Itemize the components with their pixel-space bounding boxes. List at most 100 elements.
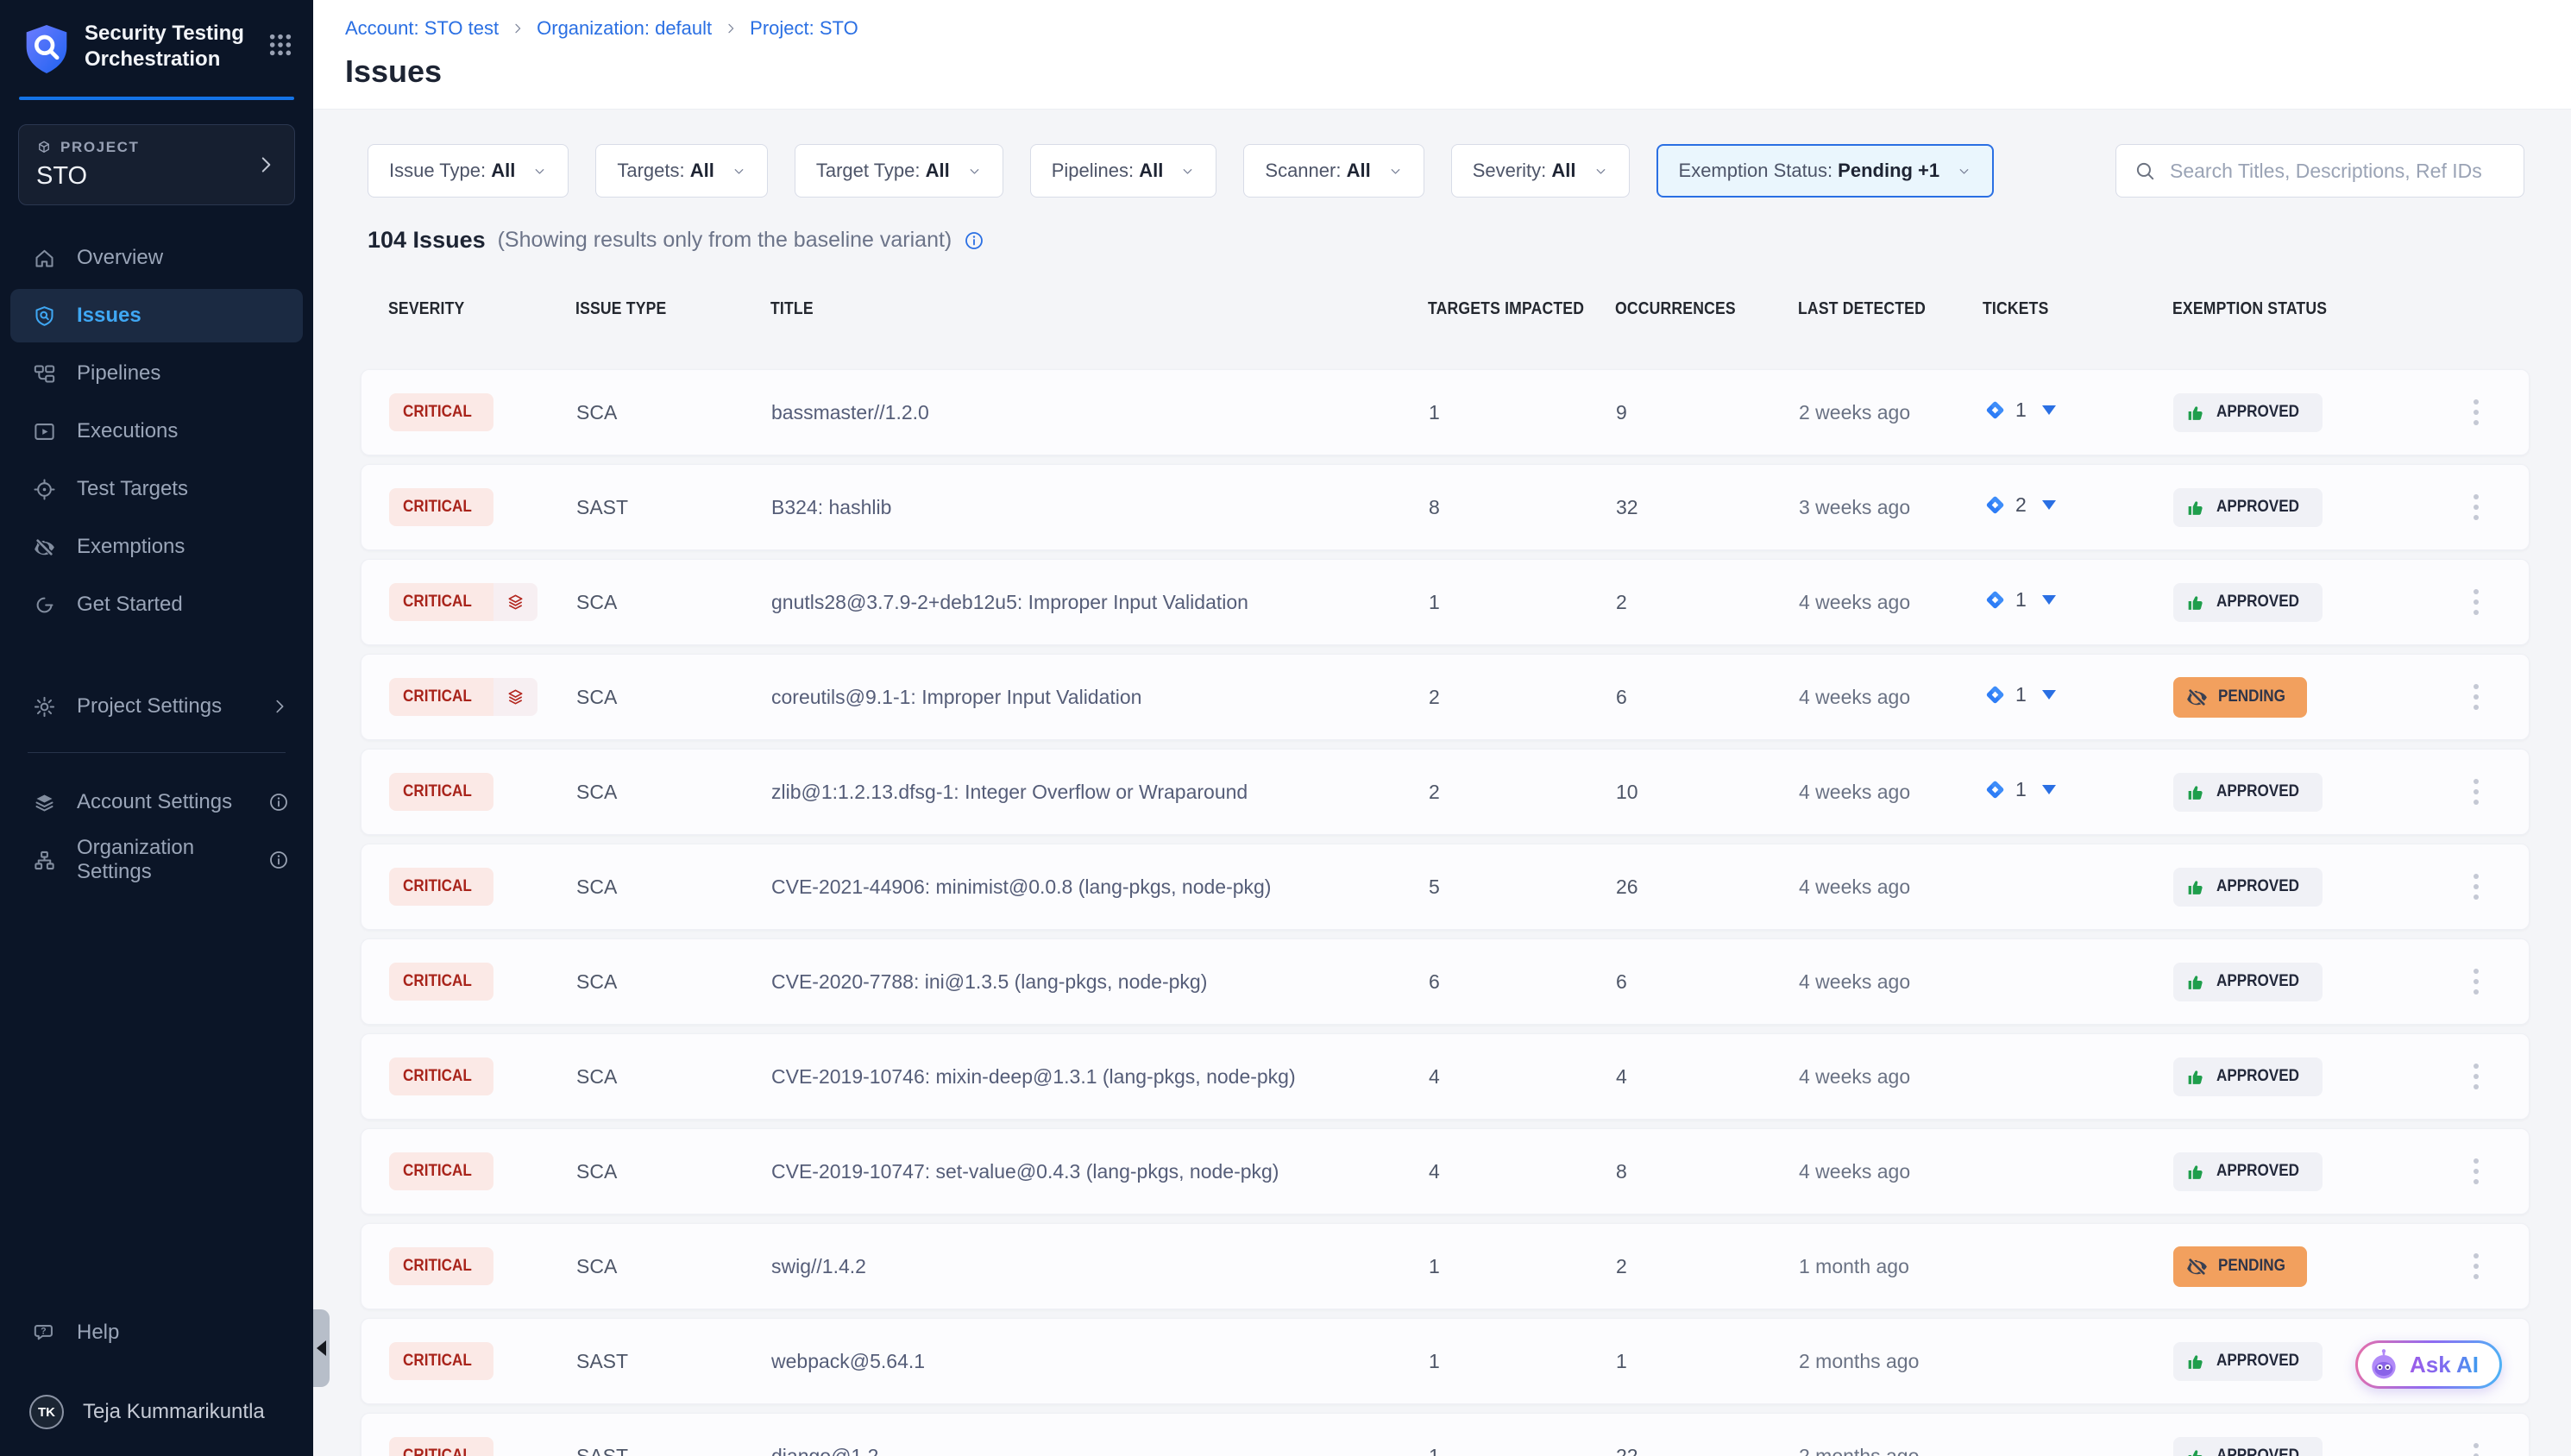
issue-row[interactable]: CRITICAL SCA CVE-2020-7788: ini@1.3.5 (l… [361,938,2530,1025]
ticket-link[interactable]: 1 [1983,778,2056,801]
column-header: TICKETS [1983,299,2172,319]
sidebar-item-issues[interactable]: Issues [10,289,303,342]
breadcrumb-link[interactable]: Account: STO test [345,17,499,40]
eye-off-icon [33,536,56,559]
sidebar-item-help[interactable]: ? Help [10,1306,303,1359]
info-icon[interactable] [964,230,984,251]
user-menu[interactable]: TK Teja Kummarikuntla [10,1385,303,1439]
ticket-link[interactable]: 1 [1983,588,2056,612]
chevron-down-icon [967,164,982,179]
project-selector[interactable]: PROJECT STO [18,124,295,205]
thumbs-up-icon [2185,1351,2207,1372]
breadcrumb-link[interactable]: Project: STO [750,17,858,40]
ticket-link[interactable]: 1 [1983,399,2056,422]
occurrences-cell: 32 [1616,496,1799,519]
filter-issue-type[interactable]: Issue Type: All [368,144,569,198]
last-detected-cell: 4 weeks ago [1799,1160,1983,1183]
eye-off-icon [2185,686,2209,709]
targets-impacted-cell: 1 [1429,1350,1616,1373]
issue-row[interactable]: CRITICAL SAST B324: hashlib 8 32 3 weeks… [361,464,2530,550]
sidebar-item-overview[interactable]: Overview [10,231,303,285]
column-header: OCCURRENCES [1615,299,1798,319]
kebab-menu[interactable] [2467,867,2486,907]
app-switcher-grid-icon[interactable] [267,31,294,59]
kebab-menu[interactable] [2467,1436,2486,1456]
issue-title: webpack@5.64.1 [771,1350,1429,1373]
jira-ticket-icon [1983,399,2007,422]
severity-badge: CRITICAL [389,488,493,526]
exemption-status-cell: APPROVED [2173,488,2423,527]
targets-impacted-cell: 2 [1429,781,1616,804]
severity-cell: CRITICAL [389,393,576,431]
severity-cell: CRITICAL [389,1437,576,1456]
issue-row[interactable]: CRITICAL SAST webpack@5.64.1 1 1 2 month… [361,1318,2530,1404]
row-menu-cell [2423,772,2529,812]
ticket-link[interactable]: 2 [1983,493,2056,517]
chevron-down-icon [1180,164,1195,179]
sidebar-item-exemptions[interactable]: Exemptions [10,520,303,574]
chevron-down-icon [532,164,547,179]
kebab-menu[interactable] [2467,962,2486,1001]
issues-icon [33,304,56,328]
occurrences-cell: 9 [1616,401,1799,424]
issue-row[interactable]: CRITICAL SCA gnutls28@3.7.9-2+deb12u5: I… [361,559,2530,645]
pipelines-icon [33,362,56,386]
row-menu-cell [2423,1057,2529,1096]
kebab-menu[interactable] [2467,772,2486,812]
filter-label: Exemption Status: Pending +1 [1679,160,1940,182]
thumbs-up-icon [2185,497,2207,518]
sidebar-item-organization-settings[interactable]: Organization Settings [10,833,303,887]
issue-row[interactable]: CRITICAL SCA CVE-2019-10746: mixin-deep@… [361,1033,2530,1120]
tickets-cell: 2 [1983,493,2173,522]
kebab-menu[interactable] [2467,582,2486,622]
executions-icon [33,420,56,443]
sidebar-item-test-targets[interactable]: Test Targets [10,462,303,516]
issue-row[interactable]: CRITICAL SCA swig//1.4.2 1 2 1 month ago… [361,1223,2530,1309]
kebab-menu[interactable] [2467,487,2486,527]
ask-ai-button[interactable]: Ask AI [2355,1340,2502,1389]
severity-badge: CRITICAL [389,963,493,1001]
sidebar-item-account-settings[interactable]: Account Settings [10,775,303,829]
issue-row[interactable]: CRITICAL SAST django@1.2 1 22 2 months a… [361,1413,2530,1456]
kebab-menu[interactable] [2467,392,2486,432]
filter-scanner[interactable]: Scanner: All [1243,144,1424,198]
breadcrumb-link[interactable]: Organization: default [537,17,712,40]
chevron-right-icon [270,697,289,716]
filter-exemption-status[interactable]: Exemption Status: Pending +1 [1656,144,1995,198]
breadcrumb: Account: STO test Organization: default Pr… [345,17,2530,40]
ticket-link[interactable]: 1 [1983,683,2056,706]
row-menu-cell [2423,1246,2529,1286]
last-detected-cell: 4 weeks ago [1799,970,1983,994]
search-icon [2134,160,2156,182]
kebab-menu[interactable] [2467,1152,2486,1191]
row-menu-cell [2423,962,2529,1001]
filter-targets[interactable]: Targets: All [595,144,768,198]
sidebar-item-project-settings[interactable]: Project Settings [10,680,303,733]
issue-row[interactable]: CRITICAL SCA zlib@1:1.2.13.dfsg-1: Integ… [361,749,2530,835]
issue-row[interactable]: CRITICAL SCA CVE-2021-44906: minimist@0.… [361,844,2530,930]
severity-cell: CRITICAL [389,1342,576,1380]
sidebar-item-label: Test Targets [77,477,188,501]
filter-label: Targets: All [617,160,714,182]
sidebar-item-executions[interactable]: Executions [10,405,303,458]
issue-row[interactable]: CRITICAL SCA coreutils@9.1-1: Improper I… [361,654,2530,740]
filter-target-type[interactable]: Target Type: All [795,144,1003,198]
filter-pipelines[interactable]: Pipelines: All [1030,144,1217,198]
sidebar-item-get-started[interactable]: Get Started [10,578,303,631]
targets-impacted-cell: 5 [1429,875,1616,899]
kebab-menu[interactable] [2467,1246,2486,1286]
row-menu-cell [2423,1152,2529,1191]
filter-severity[interactable]: Severity: All [1451,144,1630,198]
issue-row[interactable]: CRITICAL SCA CVE-2019-10747: set-value@0… [361,1128,2530,1214]
column-header: TITLE [770,299,1428,319]
issue-type-cell: SAST [576,496,771,519]
kebab-menu[interactable] [2467,1057,2486,1096]
status-badge-pending: PENDING [2173,1246,2307,1287]
sidebar-item-pipelines[interactable]: Pipelines [10,347,303,400]
severity-cell: CRITICAL [389,678,576,716]
search-input[interactable] [2170,160,2506,183]
target-icon [33,478,56,501]
issue-row[interactable]: CRITICAL SCA bassmaster//1.2.0 1 9 2 wee… [361,369,2530,455]
status-badge-approved: APPROVED [2173,1057,2323,1096]
kebab-menu[interactable] [2467,677,2486,717]
